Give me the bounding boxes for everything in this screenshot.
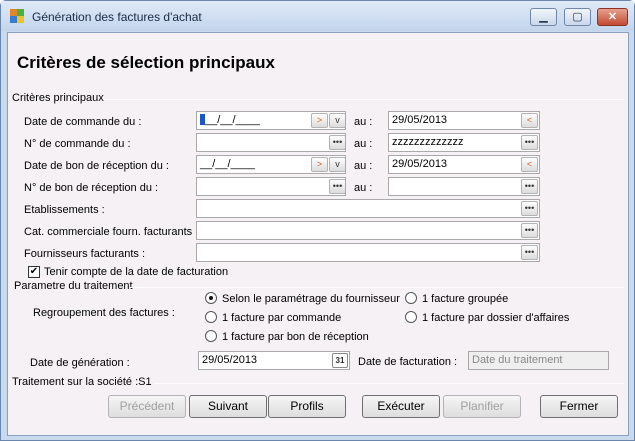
suivant-button[interactable]: Suivant (189, 395, 267, 418)
title-bar[interactable]: Génération des factures d'achat ▁ ▢ ✕ (1, 1, 634, 31)
window: Génération des factures d'achat ▁ ▢ ✕ Cr… (0, 0, 635, 441)
radio-fournisseur-label: Selon le paramétrage du fournisseur (222, 293, 400, 305)
radio-par-commande-label: 1 facture par commande (222, 312, 342, 324)
ellipsis-icon[interactable]: ••• (329, 135, 345, 150)
profils-button[interactable]: Profils (268, 395, 346, 418)
date-commande-from-value: __/__/____ (205, 114, 261, 126)
section-label-societe: Traitement sur la société :S1 (12, 376, 152, 388)
date-commande-label: Date de commande du : (24, 116, 142, 128)
divider (130, 287, 624, 288)
num-bon-reception-from-field[interactable]: ••• (196, 177, 346, 196)
precedent-button[interactable]: Précédent (108, 395, 186, 418)
au-label: au : (354, 182, 373, 194)
regroupement-label: Regroupement des factures : (33, 307, 175, 319)
ellipsis-icon[interactable]: ••• (329, 179, 345, 194)
date-facturation-label: Date de facturation : (358, 356, 458, 368)
ellipsis-icon[interactable]: ••• (521, 201, 538, 216)
ellipsis-icon[interactable]: ••• (521, 135, 538, 150)
divider (104, 99, 624, 100)
num-commande-label: N° de commande du : (24, 138, 131, 150)
ellipsis-icon[interactable]: ••• (521, 245, 538, 260)
date-generation-label: Date de génération : (30, 357, 130, 369)
etablissements-field[interactable]: ••• (196, 199, 540, 218)
app-icon (10, 9, 24, 23)
au-label: au : (354, 116, 373, 128)
executer-button[interactable]: Exécuter (362, 395, 440, 418)
au-label: au : (354, 160, 373, 172)
fournisseurs-field[interactable]: ••• (196, 243, 540, 262)
num-commande-to-field[interactable]: zzzzzzzzzzzzz ••• (388, 133, 540, 152)
form-panel: Critères de sélection principaux Critère… (7, 32, 629, 436)
tenir-compte-checkbox[interactable]: ✔ (28, 266, 40, 278)
date-bon-reception-to-value: 29/05/2013 (392, 158, 448, 170)
window-title: Génération des factures d'achat (32, 10, 202, 24)
date-facturation-field[interactable]: Date du traitement (468, 351, 609, 370)
divider (154, 383, 624, 384)
ellipsis-icon[interactable]: ••• (521, 223, 538, 238)
chevron-down-icon[interactable]: v (329, 157, 345, 172)
close-icon[interactable]: ✕ (597, 8, 628, 26)
date-commande-to-value: 29/05/2013 (392, 114, 448, 126)
date-bon-reception-to-field[interactable]: 29/05/2013 < (388, 155, 540, 174)
radio-par-bon-reception-label: 1 facture par bon de réception (222, 331, 369, 343)
calendar-icon[interactable]: 31 (332, 353, 348, 368)
date-generation-field[interactable]: 29/05/2013 31 (198, 351, 350, 370)
num-commande-to-value: zzzzzzzzzzzzz (392, 136, 464, 148)
cat-commerciale-field[interactable]: ••• (196, 221, 540, 240)
arrow-icon[interactable]: > (311, 113, 328, 128)
date-bon-reception-from-field[interactable]: __/__/____ > v (196, 155, 346, 174)
page-title: Critères de sélection principaux (17, 53, 275, 72)
radio-par-bon-reception[interactable] (205, 330, 217, 342)
fermer-button[interactable]: Fermer (540, 395, 618, 418)
num-bon-reception-label: N° de bon de réception du : (24, 182, 159, 194)
radio-groupee-label: 1 facture groupée (422, 293, 509, 305)
section-label-param: Parametre du traitement (14, 280, 133, 292)
chevron-down-icon[interactable]: v (329, 113, 345, 128)
radio-par-dossier-label: 1 facture par dossier d'affaires (422, 312, 570, 324)
date-bon-reception-from-value: __/__/____ (200, 158, 256, 170)
clear-icon[interactable]: < (521, 113, 538, 128)
au-label: au : (354, 138, 373, 150)
radio-groupee[interactable] (405, 292, 417, 304)
ellipsis-icon[interactable]: ••• (521, 179, 538, 194)
planifier-button[interactable]: Planifier (443, 395, 521, 418)
clear-icon[interactable]: < (521, 157, 538, 172)
date-generation-value: 29/05/2013 (202, 354, 258, 366)
radio-fournisseur[interactable] (205, 292, 217, 304)
etablissements-label: Etablissements : (24, 204, 105, 216)
cat-commerciale-label: Cat. commerciale fourn. facturants : (24, 226, 199, 238)
num-commande-from-field[interactable]: ••• (196, 133, 346, 152)
radio-par-dossier[interactable] (405, 311, 417, 323)
minimize-icon[interactable]: ▁ (530, 8, 557, 26)
date-commande-to-field[interactable]: 29/05/2013 < (388, 111, 540, 130)
tenir-compte-label: Tenir compte de la date de facturation (44, 266, 229, 278)
date-bon-reception-label: Date de bon de réception du : (24, 160, 169, 172)
arrow-icon[interactable]: > (311, 157, 328, 172)
date-commande-from-field[interactable]: __/__/____ > v (196, 111, 346, 130)
section-label-main: Critères principaux (12, 92, 104, 104)
radio-par-commande[interactable] (205, 311, 217, 323)
num-bon-reception-to-field[interactable]: ••• (388, 177, 540, 196)
fournisseurs-label: Fournisseurs facturants : (24, 248, 146, 260)
maximize-icon[interactable]: ▢ (564, 8, 591, 26)
